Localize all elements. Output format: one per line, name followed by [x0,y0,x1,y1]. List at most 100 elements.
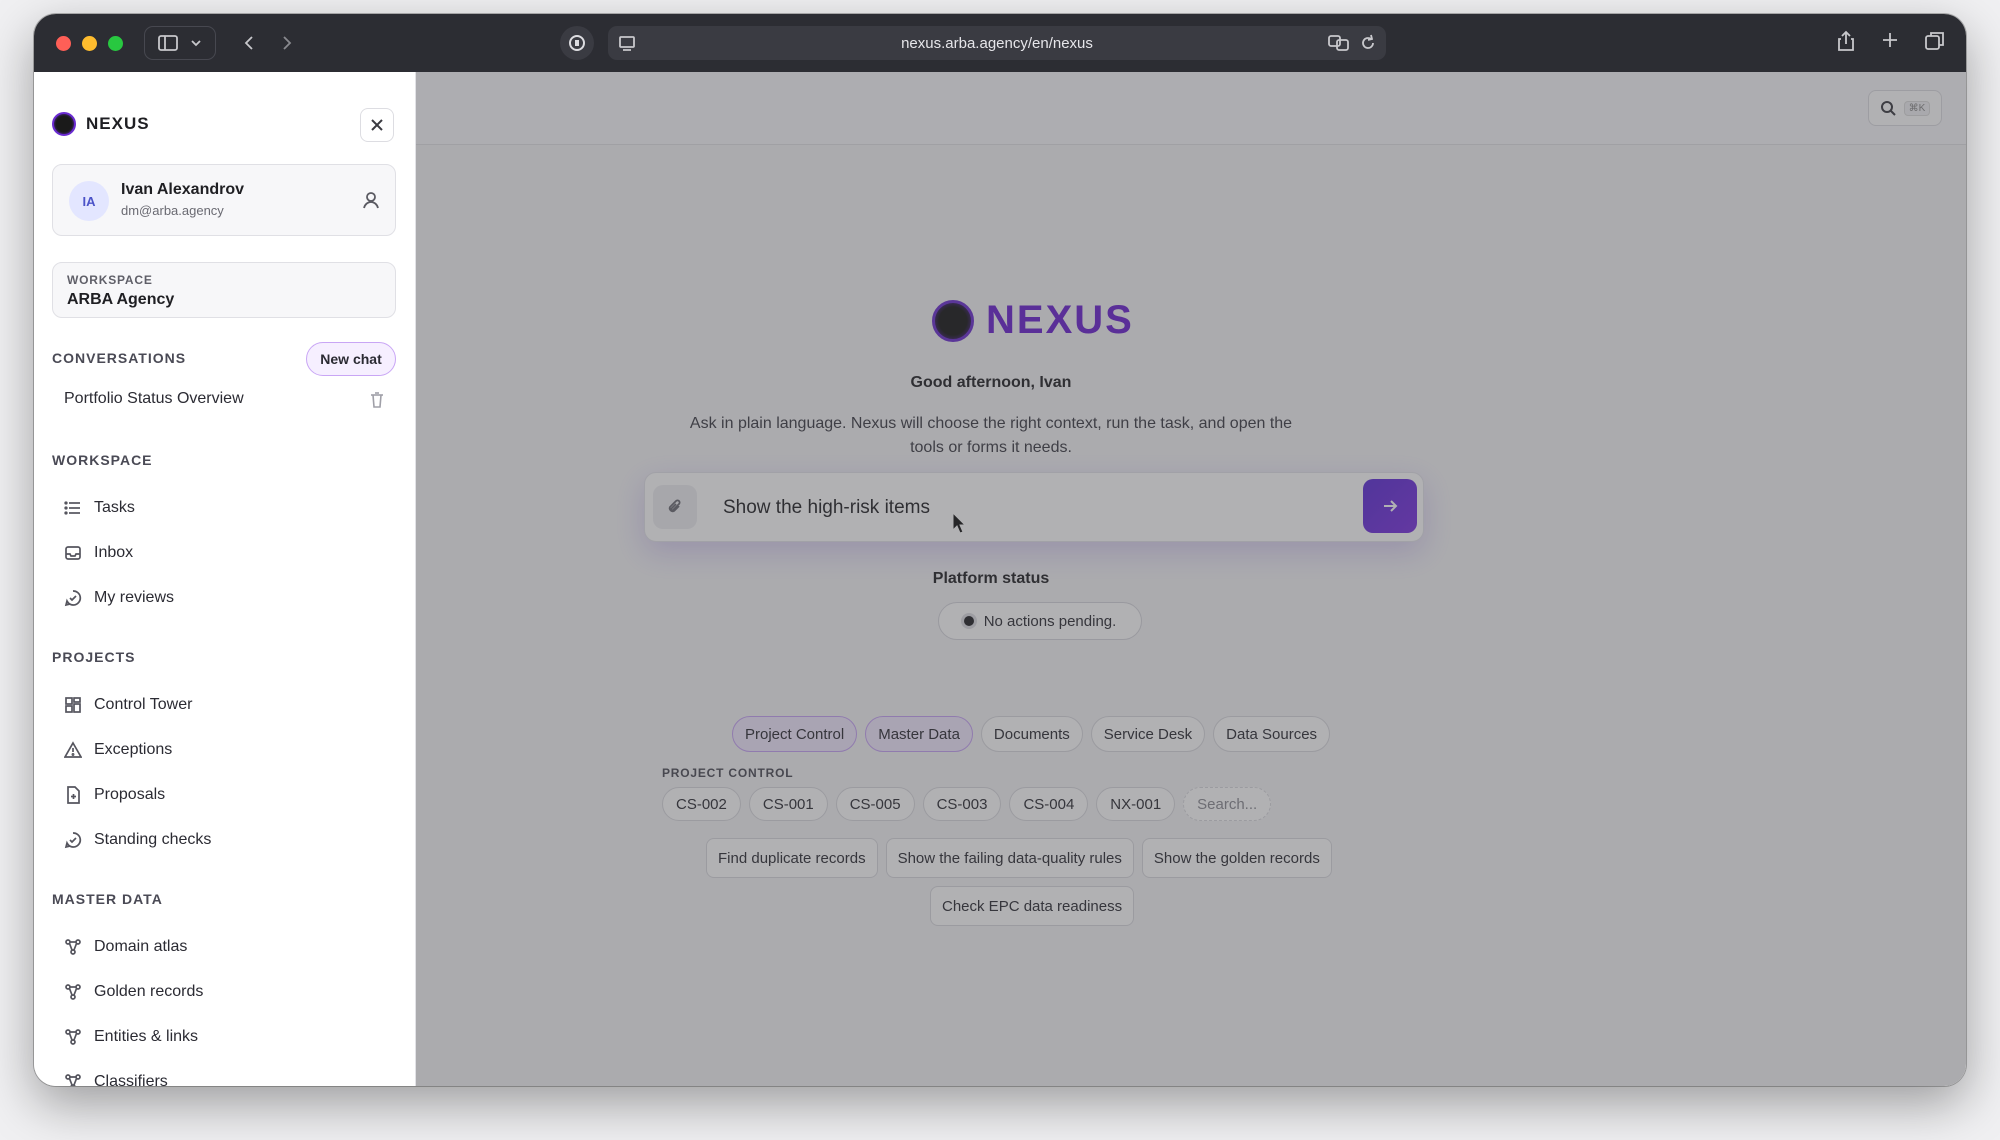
sidebar-item-my-reviews[interactable]: My reviews [64,580,394,616]
translate-icon[interactable] [1328,34,1350,52]
project-chip[interactable]: NX-001 [1096,787,1176,821]
key-icon [569,35,585,51]
document-plus-icon [67,786,80,804]
list-icon [64,501,80,515]
status-dot-icon [963,616,974,626]
profile-icon[interactable] [363,191,379,214]
project-chip[interactable]: CS-004 [1009,787,1089,821]
close-icon [371,119,383,131]
back-icon[interactable] [243,35,255,51]
reader-icon[interactable] [618,34,636,56]
nexus-logo-icon [932,299,974,342]
send-button[interactable] [1363,479,1417,533]
command-search-button[interactable]: ⌘K [1868,90,1942,126]
user-email: dm@arba.agency [121,203,224,218]
workspace-selector[interactable]: WORKSPACE ARBA Agency [52,262,396,318]
sidebar-toggle-button[interactable] [144,26,216,60]
address-bar[interactable]: nexus.arba.agency/en/nexus [608,26,1386,60]
main-content: ⌘K NEXUS Good afternoon, Ivan Ask in pla… [416,72,1966,1086]
new-chat-button[interactable]: New chat [306,342,396,376]
sidebar-item-label: Classifiers [94,1073,168,1086]
attach-button[interactable] [653,485,697,529]
category-chip-data-sources[interactable]: Data Sources [1213,716,1331,752]
main-topbar: ⌘K [416,72,1966,145]
conversations-title: CONVERSATIONS [52,350,187,366]
sidebar-item-entities-links[interactable]: Entities & links [64,1019,394,1055]
sidebar-brand: NEXUS [52,112,150,136]
project-search-input[interactable]: Search... [1183,787,1272,821]
sidebar: NEXUS IA Ivan Alexandrov dm@arba.agency … [34,72,416,1086]
category-chip-service-desk[interactable]: Service Desk [1090,716,1206,752]
platform-status-text: No actions pending. [983,612,1117,630]
warning-icon [64,741,82,758]
platform-status-badge: No actions pending. [938,602,1142,640]
conversation-label: Portfolio Status Overview [64,390,244,407]
chat-input[interactable] [721,491,1325,525]
forward-icon[interactable] [281,35,293,51]
minimize-window-button[interactable] [82,36,97,51]
arrow-right-icon [1384,500,1398,512]
category-chip-project-control[interactable]: Project Control [732,716,858,752]
history-buttons [228,26,308,60]
sidebar-item-label: Tasks [94,499,135,516]
sidebar-item-label: Golden records [94,983,204,1000]
new-tab-icon[interactable] [1880,30,1900,50]
user-name: Ivan Alexandrov [121,181,245,198]
graph-icon [65,984,81,1000]
sidebar-item-label: Inbox [94,544,134,561]
trash-icon[interactable] [370,392,384,413]
sidebar-item-standing-checks[interactable]: Standing checks [64,822,394,858]
sidebar-item-label: Domain atlas [94,938,188,955]
sidebar-item-inbox[interactable]: Inbox [64,535,394,571]
projects-section-title: PROJECTS [52,649,136,665]
suggestion-button[interactable]: Show the golden records [1141,838,1332,878]
workspace-label: WORKSPACE [67,273,153,287]
avatar: IA [69,181,109,221]
sidebar-item-domain-atlas[interactable]: Domain atlas [64,929,394,965]
sidebar-item-exceptions[interactable]: Exceptions [64,732,394,768]
master-data-section-title: MASTER DATA [52,891,163,907]
dashboard-icon [65,697,81,713]
sidebar-item-tasks[interactable]: Tasks [64,490,394,526]
sidebar-item-control-tower[interactable]: Control Tower [64,687,394,723]
search-icon [1880,101,1896,116]
sidebar-item-label: Standing checks [94,831,212,848]
project-control-label: PROJECT CONTROL [662,766,794,780]
suggestion-button[interactable]: Check EPC data readiness [930,886,1135,926]
password-extension-button[interactable] [560,26,594,60]
category-chips: Project Control Master Data Documents Se… [732,716,1331,752]
project-chip[interactable]: CS-003 [922,787,1002,821]
category-chip-documents[interactable]: Documents [980,716,1083,752]
conversation-item[interactable]: Portfolio Status Overview [64,382,394,418]
sidebar-item-label: Proposals [94,786,166,803]
reload-icon[interactable] [1360,34,1376,52]
user-card[interactable]: IA Ivan Alexandrov dm@arba.agency [52,164,396,236]
sidebar-item-classifiers[interactable]: Classifiers [64,1064,394,1086]
shortcut-hint: ⌘K [1903,100,1931,116]
zoom-window-button[interactable] [108,36,123,51]
sidebar-item-golden-records[interactable]: Golden records [64,974,394,1010]
workspace-section-title: WORKSPACE [52,452,153,468]
close-sidebar-button[interactable] [360,108,394,142]
tab-overview-icon[interactable] [1924,30,1946,52]
sidebar-item-label: Entities & links [94,1028,199,1045]
nexus-logo-icon [52,112,76,136]
suggestion-button[interactable]: Find duplicate records [706,838,878,878]
category-chip-master-data[interactable]: Master Data [865,716,973,752]
greeting: Good afternoon, Ivan [910,374,1072,391]
paperclip-icon [668,499,681,513]
sidebar-icon [158,35,178,51]
tagline: Ask in plain language. Nexus will choose… [689,415,1293,456]
sidebar-item-label: Control Tower [94,696,193,713]
project-chip[interactable]: CS-002 [662,787,741,821]
project-chip[interactable]: CS-001 [748,787,828,821]
inbox-icon [65,546,81,560]
graph-icon [65,939,81,955]
project-chip[interactable]: CS-005 [835,787,915,821]
close-window-button[interactable] [56,36,71,51]
suggestion-button[interactable]: Show the failing data-quality rules [885,838,1134,878]
sidebar-item-proposals[interactable]: Proposals [64,777,394,813]
share-icon[interactable] [1836,30,1856,52]
project-chips: CS-002 CS-001 CS-005 CS-003 CS-004 NX-00… [662,787,1272,821]
sidebar-item-label: Exceptions [94,741,173,758]
